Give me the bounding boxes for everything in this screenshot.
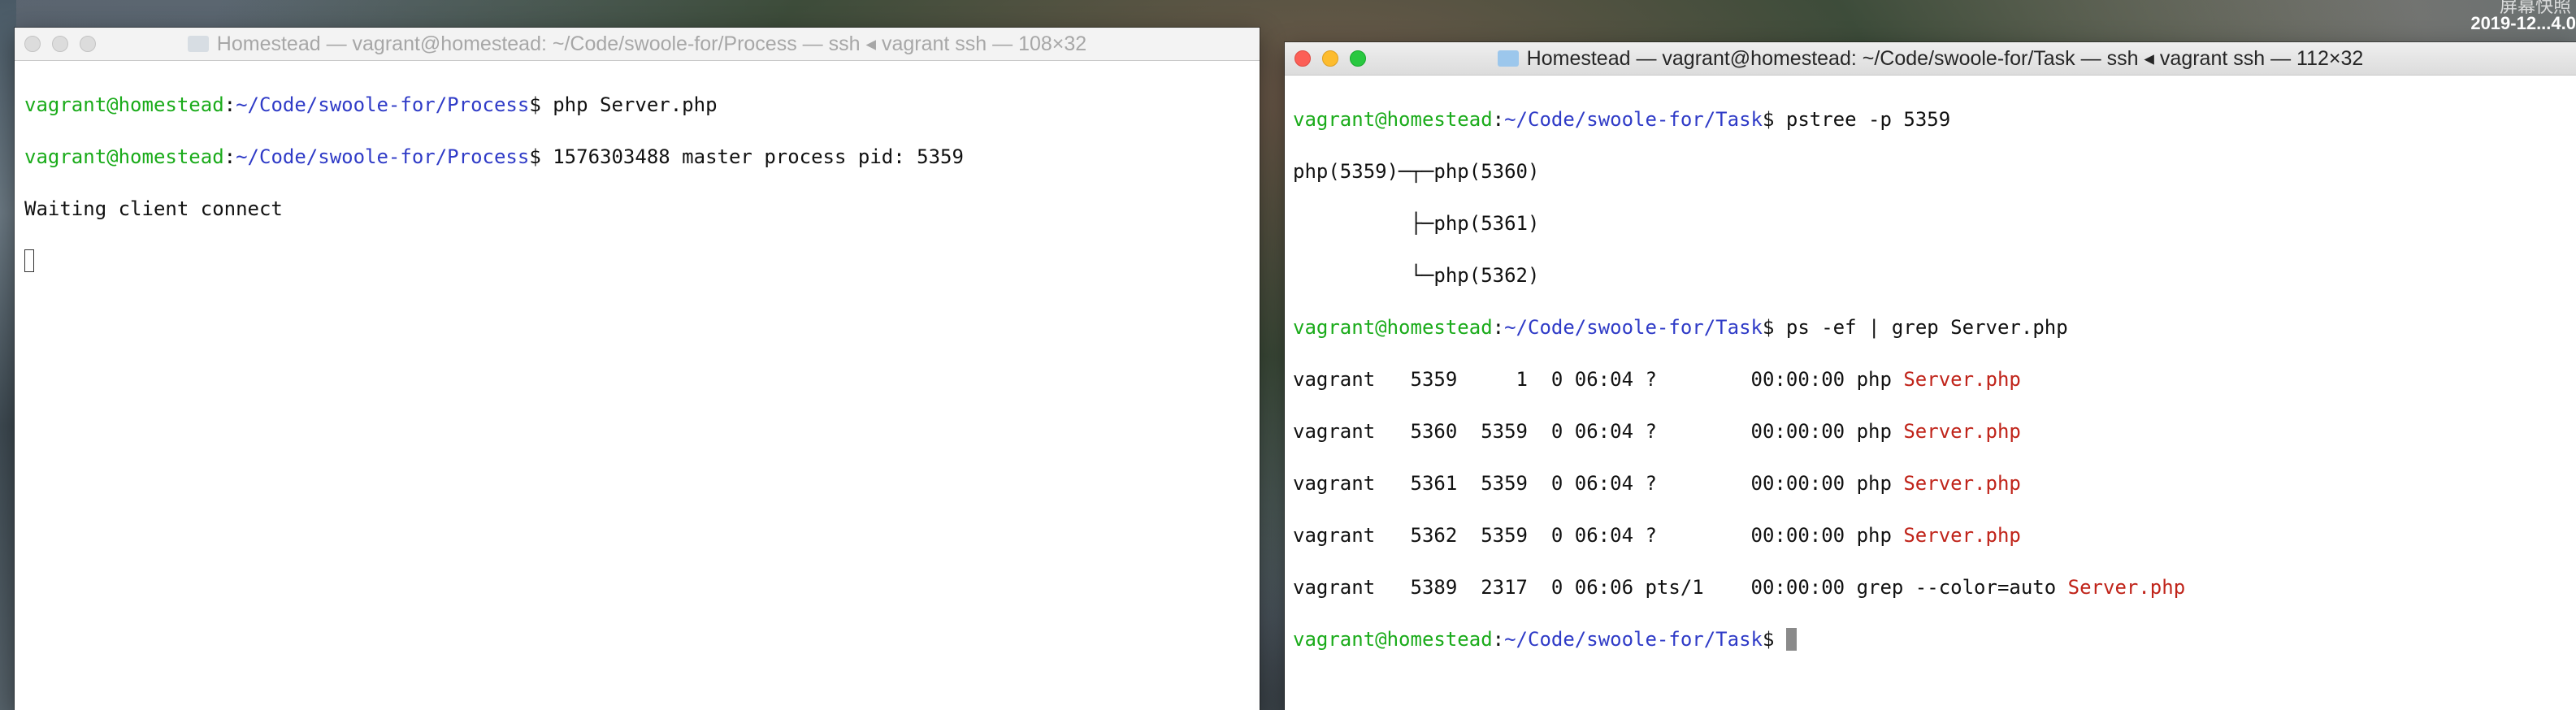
close-button[interactable] [1295, 50, 1311, 67]
grep-match: Server.php [1903, 368, 2021, 391]
pstree-line: php(5359)─┬─php(5360) [1293, 158, 2568, 184]
ps-row-text: vagrant 5362 5359 0 06:04 ? 00:00:00 php [1293, 524, 1904, 547]
terminal-line: vagrant@homestead:~/Code/swoole-for/Task… [1293, 108, 1951, 131]
window-titlebar[interactable]: Homestead — vagrant@homestead: ~/Code/sw… [1285, 42, 2576, 76]
ps-row: vagrant 5361 5359 0 06:04 ? 00:00:00 php… [1293, 470, 2568, 496]
ps-row: vagrant 5362 5359 0 06:04 ? 00:00:00 php… [1293, 522, 2568, 548]
zoom-button[interactable] [1350, 50, 1366, 67]
terminal-line [24, 248, 1251, 274]
terminal-window-task[interactable]: Homestead — vagrant@homestead: ~/Code/sw… [1285, 42, 2576, 710]
terminal-window-process[interactable]: Homestead — vagrant@homestead: ~/Code/sw… [15, 28, 1260, 710]
pstree-line: ├─php(5361) [1293, 210, 2568, 236]
minimize-button[interactable] [52, 36, 68, 52]
screenshot-date: 2019-12...4.0 [2470, 13, 2576, 33]
folder-icon [1497, 50, 1519, 67]
prompt-user: vagrant@homestead [1293, 108, 1493, 131]
command-text: $ ps -ef | grep Server.php [1762, 316, 2068, 339]
wallpaper-strip [0, 0, 16, 710]
screenshot-thumbnail-label[interactable]: 屏幕快照 2019-12...4.0 [2430, 0, 2576, 41]
folder-icon [187, 36, 209, 52]
pstree-text: ├─php(5361) [1293, 212, 1540, 235]
command-text: $ php Server.php [529, 93, 718, 116]
close-button[interactable] [24, 36, 41, 52]
terminal-line: vagrant@homestead:~/Code/swoole-for/Proc… [24, 145, 964, 168]
pstree-text: └─php(5362) [1293, 264, 1540, 287]
ps-row-text: vagrant 5361 5359 0 06:04 ? 00:00:00 php [1293, 472, 1904, 495]
window-title: Homestead — vagrant@homestead: ~/Code/sw… [216, 32, 1087, 55]
traffic-lights [24, 36, 107, 52]
ps-row: vagrant 5359 1 0 06:04 ? 00:00:00 php Se… [1293, 366, 2568, 392]
ps-row: vagrant 5360 5359 0 06:04 ? 00:00:00 php… [1293, 418, 2568, 444]
command-output: $ 1576303488 master process pid: 5359 [529, 145, 964, 168]
terminal-line: Waiting client connect [24, 196, 1251, 222]
window-titlebar[interactable]: Homestead — vagrant@homestead: ~/Code/sw… [15, 28, 1260, 61]
ps-row: vagrant 5389 2317 0 06:06 pts/1 00:00:00… [1293, 574, 2568, 600]
window-title: Homestead — vagrant@homestead: ~/Code/sw… [1526, 47, 2364, 70]
prompt-path: ~/Code/swoole-for/Process [236, 145, 530, 168]
prompt-user: vagrant@homestead [24, 145, 224, 168]
terminal-line: vagrant@homestead:~/Code/swoole-for/Task… [1293, 626, 2568, 652]
prompt-path: ~/Code/swoole-for/Task [1504, 316, 1763, 339]
prompt-path: ~/Code/swoole-for/Task [1504, 628, 1763, 651]
output-text: Waiting client connect [24, 197, 283, 220]
terminal-line: vagrant@homestead:~/Code/swoole-for/Task… [1293, 316, 2068, 339]
traffic-lights [1295, 50, 1377, 67]
text-cursor [1785, 628, 1797, 651]
terminal-line: vagrant@homestead:~/Code/swoole-for/Proc… [24, 93, 718, 116]
prompt-user: vagrant@homestead [24, 93, 224, 116]
grep-match: Server.php [1903, 472, 2021, 495]
command-text: $ pstree -p 5359 [1762, 108, 1951, 131]
ps-row-text: vagrant 5360 5359 0 06:04 ? 00:00:00 php [1293, 420, 1904, 443]
text-cursor [24, 249, 34, 272]
zoom-button[interactable] [80, 36, 96, 52]
terminal-content[interactable]: vagrant@homestead:~/Code/swoole-for/Proc… [15, 61, 1260, 331]
prompt-path: ~/Code/swoole-for/Process [236, 93, 530, 116]
grep-match: Server.php [1903, 420, 2021, 443]
grep-match: Server.php [2067, 576, 2186, 599]
prompt-user: vagrant@homestead [1293, 316, 1493, 339]
prompt-user: vagrant@homestead [1293, 628, 1493, 651]
prompt-path: ~/Code/swoole-for/Task [1504, 108, 1763, 131]
command-text: $ [1762, 628, 1786, 651]
minimize-button[interactable] [1322, 50, 1338, 67]
terminal-content[interactable]: vagrant@homestead:~/Code/swoole-for/Task… [1285, 76, 2576, 709]
ps-row-text: vagrant 5359 1 0 06:04 ? 00:00:00 php [1293, 368, 1904, 391]
ps-row-text: vagrant 5389 2317 0 06:06 pts/1 00:00:00… [1293, 576, 2068, 599]
grep-match: Server.php [1903, 524, 2021, 547]
pstree-text: php(5359)─┬─php(5360) [1293, 160, 1540, 183]
pstree-line: └─php(5362) [1293, 262, 2568, 288]
